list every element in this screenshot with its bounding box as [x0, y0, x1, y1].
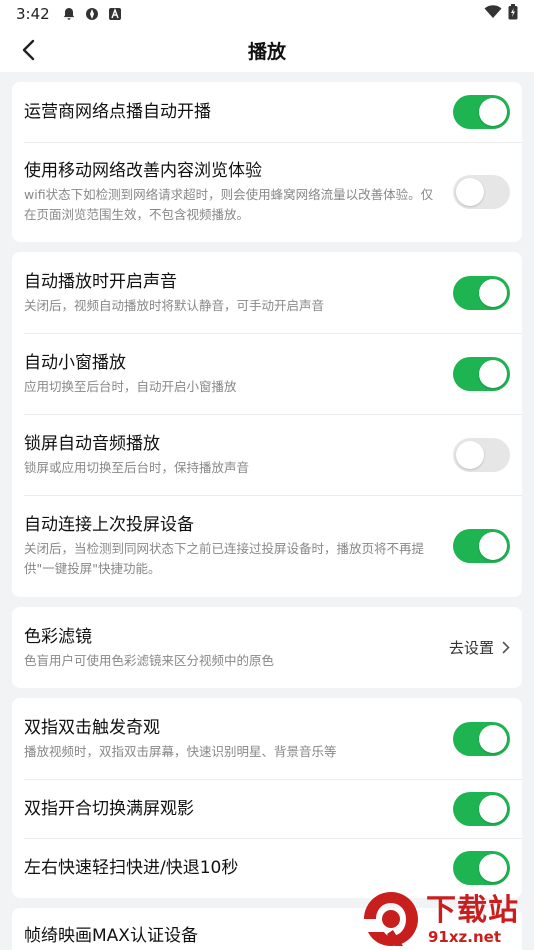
setting-label: 使用移动网络改善内容浏览体验	[24, 161, 262, 181]
setting-label: 自动小窗播放	[24, 352, 126, 373]
toggle-switch[interactable]	[453, 437, 510, 472]
back-button[interactable]	[14, 36, 42, 64]
setting-row-lockscreen-audio[interactable]: 锁屏自动音频播放 锁屏或应用切换至后台时，保持播放声音	[12, 414, 522, 495]
toggle-switch[interactable]	[453, 791, 510, 826]
setting-description: 锁屏或应用切换至后台时，保持播放声音	[24, 459, 250, 475]
setting-label: 左右快速轻扫快进/快退10秒	[24, 858, 239, 878]
toggle-switch[interactable]	[453, 95, 510, 129]
toggle-switch[interactable]	[453, 356, 510, 391]
page-header: 播放	[0, 28, 534, 72]
settings-list: 运营商网络点播自动开播 使用移动网络改善内容浏览体验 wifi状态下如检测到网络…	[0, 72, 534, 950]
aperture-icon	[85, 7, 99, 21]
status-time: 3:42	[16, 5, 50, 23]
settings-card-network: 运营商网络点播自动开播 使用移动网络改善内容浏览体验 wifi状态下如检测到网络…	[12, 82, 522, 242]
page-title: 播放	[247, 40, 286, 63]
battery-icon	[508, 4, 518, 24]
chevron-right-icon	[502, 641, 510, 654]
setting-description: 播放视频时，双指双击屏幕，快速识别明星、背景音乐等	[24, 743, 337, 759]
toggle-switch[interactable]	[453, 175, 510, 209]
setting-label: 自动连接上次投屏设备	[24, 515, 194, 535]
setting-description: wifi状态下如检测到网络请求超时，则会使用蜂窝网络流量以改善体验。仅在页面浏览…	[24, 187, 434, 222]
settings-card-playback: 自动播放时开启声音 关闭后，视频自动播放时将默认静音，可手动开启声音 自动小窗播…	[12, 252, 522, 597]
back-arrow-icon	[22, 39, 35, 61]
toggle-switch[interactable]	[453, 851, 510, 885]
watermark-title: 下载站	[426, 893, 519, 928]
setting-row-auto-mini-window[interactable]: 自动小窗播放 应用切换至后台时，自动开启小窗播放	[12, 333, 522, 414]
link-label: 去设置	[448, 639, 494, 657]
setting-row-mobile-network-browse[interactable]: 使用移动网络改善内容浏览体验 wifi状态下如检测到网络请求超时，则会使用蜂窝网…	[12, 142, 522, 242]
go-settings-link[interactable]: 去设置	[449, 637, 510, 658]
setting-row-autoplay-sound[interactable]: 自动播放时开启声音 关闭后，视频自动播放时将默认静音，可手动开启声音	[12, 252, 522, 333]
setting-label: 色彩滤镜	[24, 626, 92, 647]
setting-label: 双指开合切换满屏观影	[24, 798, 194, 819]
setting-row-color-filter[interactable]: 色彩滤镜 色盲用户可使用色彩滤镜来区分视频中的原色 去设置	[12, 607, 522, 688]
setting-label: 锁屏自动音频播放	[24, 433, 160, 454]
wifi-icon	[484, 5, 502, 23]
setting-label: 双指双击触发奇观	[24, 717, 160, 738]
bell-icon	[62, 7, 76, 21]
app-a-icon	[108, 7, 122, 21]
status-bar: 3:42	[0, 0, 534, 28]
watermark-url: 91xz.net	[426, 928, 519, 946]
toggle-switch[interactable]	[453, 275, 510, 310]
setting-description: 关闭后，当检测到同网状态下之前已连接过投屏设备时，播放页将不再提供"一键投屏"快…	[24, 541, 425, 576]
site-watermark: 下载站 91xz.net	[360, 888, 534, 950]
setting-label: 运营商网络点播自动开播	[24, 102, 211, 122]
setting-row-two-finger-double-tap[interactable]: 双指双击触发奇观 播放视频时，双指双击屏幕，快速识别明星、背景音乐等	[12, 698, 522, 779]
setting-description: 关闭后，视频自动播放时将默认静音，可手动开启声音	[24, 297, 325, 313]
setting-row-pinch-fullscreen[interactable]: 双指开合切换满屏观影	[12, 779, 522, 838]
settings-card-gestures: 双指双击触发奇观 播放视频时，双指双击屏幕，快速识别明星、背景音乐等 双指开合切…	[12, 698, 522, 898]
watermark-logo-icon	[360, 888, 422, 950]
setting-row-auto-cast[interactable]: 自动连接上次投屏设备 关闭后，当检测到同网状态下之前已连接过投屏设备时，播放页将…	[12, 495, 522, 597]
setting-label: 自动播放时开启声音	[24, 271, 177, 292]
settings-card-color-filter: 色彩滤镜 色盲用户可使用色彩滤镜来区分视频中的原色 去设置	[12, 607, 522, 688]
setting-row-carrier-autoplay[interactable]: 运营商网络点播自动开播	[12, 82, 522, 142]
setting-description: 应用切换至后台时，自动开启小窗播放	[24, 378, 237, 394]
toggle-switch[interactable]	[453, 529, 510, 563]
setting-description: 色盲用户可使用色彩滤镜来区分视频中的原色	[24, 652, 275, 668]
toggle-switch[interactable]	[453, 721, 510, 756]
